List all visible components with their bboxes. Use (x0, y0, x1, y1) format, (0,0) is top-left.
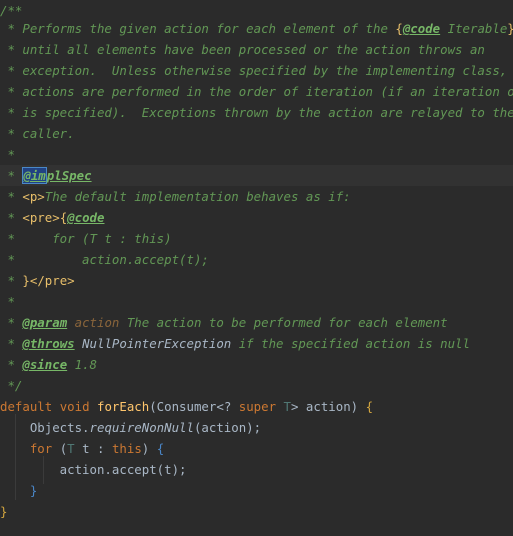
comment-text: * (0, 273, 23, 288)
keyword: default (0, 399, 53, 414)
code-line[interactable]: } (0, 501, 513, 522)
impl-spec-tag: plSpec (46, 168, 92, 183)
comment-text: * for (T t : this) (0, 231, 172, 246)
code-text: action.accept(t); (0, 462, 187, 477)
brace: { (365, 399, 374, 414)
comment-text: * caller. (0, 126, 75, 141)
code-line[interactable]: * @since 1.8 (0, 354, 513, 375)
keyword: void (59, 399, 90, 414)
comment-text: * (0, 189, 23, 204)
code-text: (Consumer<? (149, 399, 239, 414)
comment-text: * (0, 315, 23, 330)
code-line[interactable]: * <p>The default implementation behaves … (0, 186, 513, 207)
doc-comment-close: */ (0, 378, 23, 393)
code-line[interactable]: * exception. Unless otherwise specified … (0, 60, 513, 81)
code-line[interactable]: * <pre>{@code (0, 207, 513, 228)
code-line[interactable]: * Performs the given action for each ele… (0, 18, 513, 39)
code-line[interactable]: */ (0, 375, 513, 396)
code-tag: @code (67, 210, 105, 225)
code-line[interactable]: * is specified). Exceptions thrown by th… (0, 102, 513, 123)
brace: } (29, 483, 38, 498)
comment-text: * (0, 294, 15, 309)
comment-text: * (0, 336, 23, 351)
code-line[interactable]: * for (T t : this) (0, 228, 513, 249)
code-line[interactable]: * until all elements have been processed… (0, 39, 513, 60)
code-line[interactable]: default void forEach(Consumer<? super T>… (0, 396, 513, 417)
code-line[interactable]: * caller. (0, 123, 513, 144)
code-line[interactable]: * }</pre> (0, 270, 513, 291)
code-text: ( (52, 441, 68, 456)
keyword: for (29, 441, 53, 456)
method-name: forEach (97, 399, 150, 414)
since-version: 1.8 (67, 357, 97, 372)
comment-text: * actions are performed in the order of … (0, 84, 513, 99)
inline-brace: } (507, 21, 513, 36)
type-param: T (67, 441, 75, 456)
code-text: ) (141, 441, 157, 456)
html-tag: <pre> (22, 210, 60, 225)
impl-spec-tag-selected: @im (22, 167, 47, 184)
html-tag: <p> (22, 189, 45, 204)
param-name: action (67, 315, 120, 330)
code-line[interactable]: * (0, 291, 513, 312)
inline-brace: } (22, 273, 30, 288)
code-line[interactable]: * action.accept(t); (0, 249, 513, 270)
comment-text: The action to be performed for each elem… (119, 315, 448, 330)
keyword: this (111, 441, 142, 456)
comment-text: * (0, 147, 15, 162)
param-tag: @param (22, 315, 68, 330)
throws-tag: @throws (22, 336, 75, 351)
since-tag: @since (22, 357, 68, 372)
code-tag: @code (402, 21, 441, 36)
code-line-current[interactable]: * @implSpec (0, 165, 513, 186)
type-param: T (283, 399, 291, 414)
comment-text: Iterable (440, 21, 508, 36)
comment-text: * (0, 210, 23, 225)
comment-text: * (0, 168, 23, 183)
keyword: super (238, 399, 277, 414)
comment-text: * (0, 357, 23, 372)
brace: { (156, 441, 165, 456)
code-text: Objects. (0, 420, 90, 435)
brace: } (0, 504, 8, 519)
code-line[interactable]: * @throws NullPointerException if the sp… (0, 333, 513, 354)
code-text: > action) (291, 399, 366, 414)
code-line[interactable]: } (0, 480, 513, 501)
comment-text: * action.accept(t); (0, 252, 209, 267)
code-line[interactable]: for (T t : this) { (0, 438, 513, 459)
comment-text: * Performs the given action for each ele… (0, 21, 396, 36)
code-line[interactable]: action.accept(t); (0, 459, 513, 480)
code-line[interactable]: * (0, 144, 513, 165)
comment-text: * is specified). Exceptions thrown by th… (0, 105, 513, 120)
code-text: (action); (193, 420, 262, 435)
code-text: t : (74, 441, 112, 456)
comment-text: * exception. Unless otherwise specified … (0, 63, 508, 78)
comment-text: if the specified action is null (231, 336, 470, 351)
doc-comment-open: /** (0, 3, 23, 18)
code-line[interactable]: Objects.requireNonNull(action); (0, 417, 513, 438)
code-line[interactable]: * actions are performed in the order of … (0, 81, 513, 102)
exception-name: NullPointerException (74, 336, 232, 351)
html-tag: </pre> (29, 273, 75, 288)
inline-brace: { (395, 21, 403, 36)
code-line[interactable]: * @param action The action to be perform… (0, 312, 513, 333)
comment-text: * until all elements have been processed… (0, 42, 485, 57)
code-editor[interactable]: /** * Performs the given action for each… (0, 0, 513, 536)
static-method-call: requireNonNull (89, 420, 194, 435)
comment-text: The default implementation behaves as if… (44, 189, 351, 204)
